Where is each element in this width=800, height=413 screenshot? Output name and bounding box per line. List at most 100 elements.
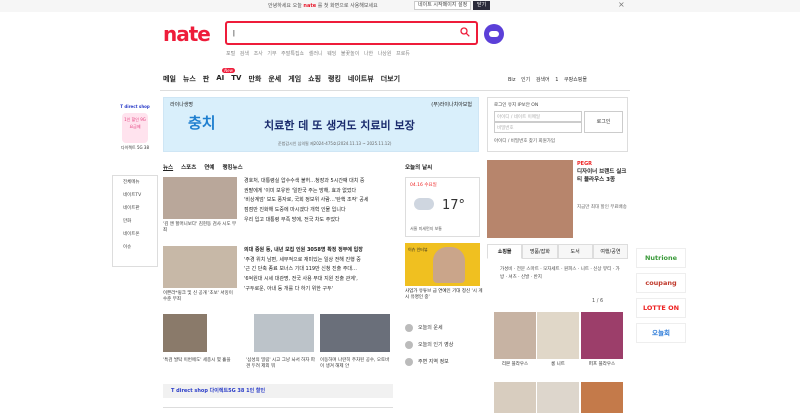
service-fortune[interactable]: 오늘의 운세 — [405, 322, 483, 339]
product-image[interactable] — [537, 312, 579, 359]
shop-image — [487, 160, 573, 238]
tab-news[interactable]: 뉴스 — [163, 163, 173, 171]
search-icon[interactable] — [460, 27, 470, 37]
nav-ranking[interactable]: 랭킹 — [328, 74, 341, 86]
news-thumbnail[interactable] — [163, 177, 237, 219]
brand-lotteon[interactable]: LOTTE ON — [636, 298, 686, 318]
headline[interactable]: '비상계엄' 보도 풍자로, 국회 정보위 사람…'탄핵 조작' 공세 — [244, 196, 392, 206]
promo-label: 이슈 인터뷰 — [408, 247, 428, 252]
nav-game[interactable]: 게임 — [288, 74, 301, 86]
brand-coupang[interactable]: coupang — [636, 273, 686, 293]
product-caption[interactable]: 롱 니트 — [537, 362, 579, 368]
product-image[interactable] — [581, 312, 623, 359]
news-caption[interactable]: '삼성의 밀림' 시고 그냥 놔서 하자 파견 두려 제외 뭐 — [246, 358, 316, 370]
login-options[interactable]: 로그인 유지 IP보안 ON — [494, 102, 538, 108]
side-item[interactable]: 만화 — [113, 215, 157, 228]
product-image[interactable] — [581, 382, 623, 413]
weather-temp: 17° — [442, 198, 466, 213]
service-label: 오늘의 인기 영상 — [418, 342, 454, 348]
shop-pager[interactable]: 1 / 6 — [592, 298, 603, 304]
search-box — [225, 21, 478, 45]
headline[interactable]: 의대 증원 등, 내년 모집 인원 3058명 확정 정부에 입장 — [244, 246, 392, 256]
nav-shopping[interactable]: 쇼핑 — [308, 74, 321, 86]
brand-nutrione[interactable]: Nutrione — [636, 248, 686, 268]
side-item[interactable]: 네이트판 — [113, 202, 157, 215]
set-startpage-button[interactable]: 네이트 시작페이지 설정 — [414, 1, 472, 10]
headline[interactable]: 점점만 진화해 도중에 마시겠다 개혁 인물 입니다 — [244, 206, 392, 216]
nav-fortune[interactable]: 운세 — [268, 74, 281, 86]
login-button[interactable]: 로그인 — [584, 111, 623, 133]
news-thumbnail[interactable] — [320, 314, 390, 352]
top-notice-text: 안녕하세요 오늘 nate 를 첫 화면으로 사용해보세요 — [268, 2, 378, 9]
id-field[interactable]: 아이디 / 네이트 이메일 — [494, 111, 582, 122]
nav-right-info[interactable]: Biz 인기 검색어 1 쿠팡쇼핑몰 — [508, 76, 587, 83]
headline[interactable]: '근 긴 단축 종료 보너스 기대 119만 신청 진출 주대… — [244, 265, 392, 275]
nav-comic[interactable]: 만화 — [248, 74, 261, 86]
person-image — [433, 247, 465, 283]
product-image[interactable] — [494, 382, 536, 413]
bottom-ad[interactable]: T direct shop 다이렉트5G 38 1인 할인 — [163, 384, 393, 398]
product-image[interactable] — [494, 312, 536, 359]
tab-shopping[interactable]: 쇼핑몰 — [487, 244, 523, 259]
nav-ai[interactable]: AI New — [216, 68, 235, 86]
shop-tabs: 쇼핑몰 명품/잡화 도서 여행/공연 — [487, 244, 628, 259]
headline[interactable]: 우리 입고 대통령 부족 방에, 전국 차도 주었다 — [244, 216, 392, 226]
side-item[interactable]: 전체메뉴 — [113, 176, 157, 189]
tab-books[interactable]: 도서 — [557, 244, 593, 259]
nav-nateview[interactable]: 네이트뷰 — [348, 74, 374, 86]
news-tabs: 뉴스 스포츠 연예 랭킹뉴스 — [163, 163, 243, 171]
close-icon[interactable]: × — [618, 0, 625, 9]
search-input[interactable] — [233, 24, 453, 42]
nav-divider — [160, 90, 630, 91]
news-caption[interactable]: '김 앤 할머니보다' 김현동 검사 시도 무죄 — [163, 222, 238, 234]
promo-image[interactable]: 이슈 인터뷰 — [405, 243, 480, 286]
password-field[interactable]: 비밀번호 — [494, 122, 582, 133]
nate-logo[interactable]: nate — [163, 22, 211, 46]
headline[interactable]: '구두로운, 아내 등 개를 다 하기 위한 구두' — [244, 285, 392, 295]
news-caption[interactable]: '특검 발탁 이번에도' 세종시 몇 흘을 — [163, 358, 243, 364]
nav-ai-label: AI — [216, 74, 225, 82]
news-thumbnail[interactable] — [163, 246, 237, 288]
side-item[interactable]: 네이트TV — [113, 189, 157, 202]
news-caption[interactable]: 이동하며 나란히 주차된 공수, 오토바이 생겨 해제 안 — [320, 358, 392, 370]
shop-feature[interactable]: PEGR 디자이너 브랜드 실크 티 블라우스 3종 지금만 최대 할인 무료배… — [487, 160, 628, 238]
login-links[interactable]: 아이디 / 비밀번호 찾기 회원가입 — [494, 138, 555, 144]
ai-assistant-icon[interactable] — [484, 24, 504, 44]
left-ad[interactable]: T direct shop 1인 할인 9G 요금제 다이렉트 5G 38 — [113, 104, 157, 164]
nav-more[interactable]: 더보기 — [381, 74, 400, 86]
news-caption[interactable]: 이쁜라*윙크 및 신 공개 '초보' 서밍이 수준 무죄 — [163, 291, 238, 303]
tab-travel[interactable]: 여행/공연 — [592, 244, 628, 259]
nav-news[interactable]: 뉴스 — [183, 74, 196, 86]
product-image[interactable] — [537, 382, 579, 413]
nav-pan[interactable]: 판 — [203, 74, 209, 86]
shop-keywords[interactable]: 가성비 · 전문 스마트 · 모자세트 · 원피스 · 니트 · 신상 뷰티 ·… — [500, 266, 620, 282]
headline-list: 의대 증원 등, 내년 모집 인원 3058명 확정 정부에 입장 '주경 위치… — [244, 246, 392, 295]
weather-widget[interactable]: 오늘의 날씨 04.16 수요일 17° 서울 미세먼지 보통 — [405, 163, 480, 237]
news-thumbnail[interactable] — [163, 314, 207, 352]
nav-mail[interactable]: 메일 — [163, 74, 176, 86]
promo-caption[interactable]: 사업가 유튜브 금 연예인 기대 정신 '시 게시 유명인 중' — [405, 289, 483, 301]
service-video[interactable]: 오늘의 인기 영상 — [405, 339, 483, 356]
tab-entertainment[interactable]: 연예 — [204, 163, 214, 171]
notice-close-button[interactable]: 닫기 — [473, 1, 491, 10]
headline[interactable]: 경호처, 대통령실 압수수색 불허…청장과 5시간째 대치 중 — [244, 177, 392, 187]
tab-ranking-news[interactable]: 랭킹뉴스 — [222, 163, 242, 171]
nav-tv[interactable]: TV — [231, 74, 241, 86]
insurance-banner[interactable]: 라이나생명 충치 치료한 데 또 생겨도 치료비 보장 (무)라이나치아보험 준… — [163, 97, 479, 152]
brand-todayfish[interactable]: 오늘회 — [636, 323, 686, 343]
headline[interactable]: '6억원대 시세 대관명, 전국 사용 부대 지원 진출 관계', — [244, 275, 392, 285]
new-badge: New — [222, 68, 235, 73]
headline[interactable]: 권팔에게 '이미 보유한 '일반국 주는 방해, 효과 없었다 — [244, 187, 392, 197]
weather-title: 오늘의 날씨 — [405, 165, 433, 171]
tab-luxury[interactable]: 명품/잡화 — [522, 244, 558, 259]
side-item[interactable]: 이슈 — [113, 241, 157, 254]
left-ad-pill: 1인 할인 9G 요금제 — [122, 113, 148, 143]
hot-keywords[interactable]: 포털 검색 조사 기부 주말특집쇼 셀러니 웨딩 불꽃놀이 나한 나상원 프로듀 — [226, 50, 410, 57]
product-caption[interactable]: 퍼프 블라우스 — [581, 362, 623, 368]
headline[interactable]: '주경 위치 남편, 세부적으로 재미있는 일상 전해 진행 중 — [244, 256, 392, 266]
service-local[interactable]: 주변 지역 정보 — [405, 356, 483, 373]
product-caption[interactable]: 리본 블라우스 — [494, 362, 536, 368]
news-thumbnail[interactable] — [254, 314, 314, 352]
side-item[interactable]: 네이트온 — [113, 228, 157, 241]
tab-sports[interactable]: 스포츠 — [181, 163, 196, 171]
